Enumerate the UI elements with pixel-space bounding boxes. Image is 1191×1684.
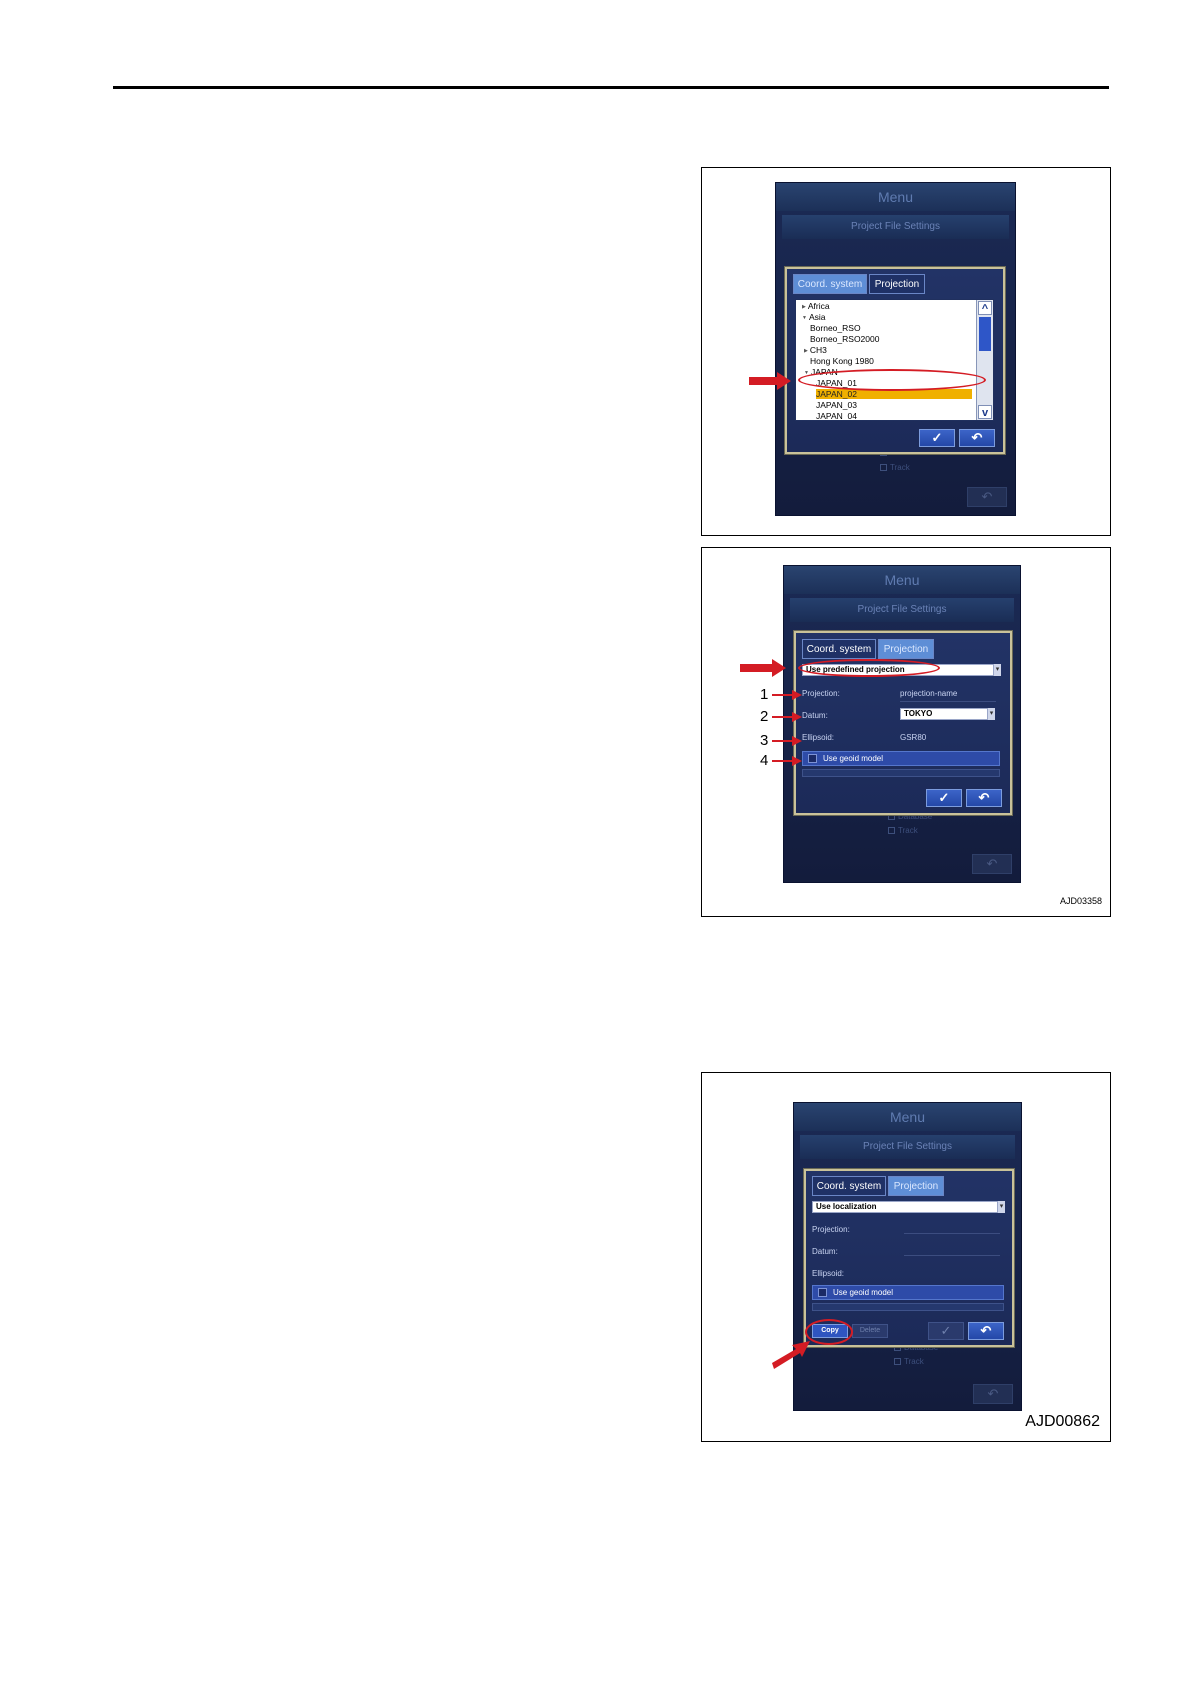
ellipsoid-label: Ellipsoid: bbox=[802, 733, 835, 742]
datum-select[interactable]: TOKYO bbox=[900, 708, 988, 720]
tree-item[interactable]: JAPAN_04 bbox=[816, 411, 857, 420]
pointer-arrow-icon bbox=[772, 1341, 810, 1369]
dialog-button-bar: ✓ ↶ bbox=[926, 789, 1002, 807]
device-screen: Menu Project File Settings Database Trac… bbox=[783, 565, 1021, 883]
geoid-model-checkbox[interactable]: Use geoid model bbox=[812, 1285, 1004, 1300]
chevron-down-icon[interactable]: ▾ bbox=[988, 708, 995, 720]
callout-number-1: 1 bbox=[760, 686, 769, 703]
screen-back-button[interactable]: ↶ bbox=[973, 1384, 1013, 1404]
ellipsoid-label: Ellipsoid: bbox=[812, 1269, 845, 1278]
screen-back-button[interactable]: ↶ bbox=[972, 854, 1012, 874]
selection-highlight-ellipse bbox=[798, 369, 986, 391]
datum-label: Datum: bbox=[802, 711, 828, 720]
back-arrow-icon: ↶ bbox=[978, 790, 990, 805]
copy-highlight-ellipse bbox=[805, 1319, 853, 1345]
checkbox-icon[interactable] bbox=[808, 754, 817, 764]
coord-system-dialog: Coord. system Projection ▶ Africa ▼ Asia B… bbox=[785, 267, 1005, 454]
tree-item[interactable]: ▶ Africa bbox=[802, 301, 830, 311]
projection-dialog: Coord. system Projection Use predefined … bbox=[794, 631, 1012, 815]
divider bbox=[900, 701, 996, 702]
tree-item[interactable]: ▶ CH3 bbox=[804, 345, 827, 355]
tree-item[interactable]: Borneo_RSO2000 bbox=[810, 334, 879, 344]
callout-number-3: 3 bbox=[760, 732, 769, 749]
figure-id: AJD03358 bbox=[1059, 896, 1102, 906]
projection-mode-select[interactable]: Use localization bbox=[812, 1201, 998, 1213]
ok-button[interactable]: ✓ bbox=[928, 1322, 964, 1340]
ghost-option-2: Track bbox=[880, 463, 910, 472]
tab-coord-system[interactable]: Coord. system bbox=[812, 1176, 886, 1196]
tree-item[interactable]: JAPAN_03 bbox=[816, 400, 857, 410]
tab-projection[interactable]: Projection bbox=[878, 639, 934, 659]
back-button[interactable]: ↶ bbox=[959, 429, 995, 447]
back-button[interactable]: ↶ bbox=[968, 1322, 1004, 1340]
scroll-up-button[interactable]: ^ bbox=[978, 301, 992, 315]
coordinate-system-tree[interactable]: ▶ Africa ▼ Asia Borneo_RSO Borneo_RSO2000 … bbox=[795, 299, 994, 421]
tree-item[interactable]: Borneo_RSO bbox=[810, 323, 861, 333]
back-button[interactable]: ↶ bbox=[966, 789, 1002, 807]
manual-page: Menu Project File Settings Database Trac… bbox=[0, 0, 1191, 1684]
check-icon: ✓ bbox=[938, 790, 950, 805]
tree-scrollbar[interactable]: ^ v bbox=[976, 300, 993, 420]
ghost-option-2: Track bbox=[894, 1357, 924, 1366]
figure-2: Menu Project File Settings Database Trac… bbox=[701, 547, 1111, 917]
check-icon: ✓ bbox=[931, 430, 943, 445]
datum-label: Datum: bbox=[812, 1247, 838, 1256]
tab-coord-system[interactable]: Coord. system bbox=[793, 274, 867, 294]
back-arrow-icon: ↶ bbox=[971, 430, 983, 445]
menu-title: Menu bbox=[794, 1103, 1021, 1131]
selection-highlight-ellipse bbox=[798, 659, 940, 677]
collapse-icon[interactable]: ▼ bbox=[802, 315, 807, 321]
tab-projection[interactable]: Projection bbox=[869, 274, 925, 294]
tree-item[interactable]: Hong Kong 1980 bbox=[810, 356, 874, 366]
scroll-thumb[interactable] bbox=[979, 317, 991, 351]
dialog-button-bar: ✓ ↶ bbox=[928, 1322, 1004, 1340]
menu-title: Menu bbox=[784, 566, 1020, 594]
expand-icon[interactable]: ▶ bbox=[804, 348, 808, 354]
back-arrow-icon: ↶ bbox=[980, 1323, 992, 1338]
delete-button[interactable]: Delete bbox=[852, 1324, 888, 1338]
screen-back-button[interactable]: ↶ bbox=[967, 487, 1007, 507]
divider bbox=[904, 1255, 1000, 1256]
dialog-footer-strip bbox=[812, 1303, 1004, 1311]
chevron-down-icon[interactable]: ▾ bbox=[998, 1201, 1005, 1213]
chevron-down-icon[interactable]: ▾ bbox=[994, 664, 1001, 676]
projection-label: Projection: bbox=[812, 1225, 850, 1234]
projection-label: Projection: bbox=[802, 689, 840, 698]
figure-1: Menu Project File Settings Database Trac… bbox=[701, 167, 1111, 536]
callout-arrow-3 bbox=[772, 736, 802, 746]
section-title: Project File Settings bbox=[782, 215, 1009, 239]
pointer-arrow-icon bbox=[740, 659, 786, 677]
check-icon: ✓ bbox=[940, 1323, 952, 1338]
figure-id: AJD00862 bbox=[1025, 1413, 1100, 1430]
tab-projection[interactable]: Projection bbox=[888, 1176, 944, 1196]
figure-3: Menu Project File Settings Database Trac… bbox=[701, 1072, 1111, 1442]
expand-icon[interactable]: ▶ bbox=[802, 304, 806, 310]
section-title: Project File Settings bbox=[790, 598, 1014, 622]
callout-number-4: 4 bbox=[760, 752, 769, 769]
ghost-option-2: Track bbox=[888, 826, 918, 835]
device-screen: Menu Project File Settings Database Trac… bbox=[775, 182, 1016, 516]
ellipsoid-value: GSR80 bbox=[900, 733, 927, 742]
callout-arrow-4 bbox=[772, 756, 802, 766]
section-title: Project File Settings bbox=[800, 1135, 1015, 1159]
header-rule bbox=[113, 86, 1109, 89]
callout-arrow-2 bbox=[772, 712, 802, 722]
pointer-arrow-icon bbox=[749, 372, 791, 390]
dialog-button-bar: ✓ ↶ bbox=[919, 429, 995, 447]
ok-button[interactable]: ✓ bbox=[926, 789, 962, 807]
menu-title: Menu bbox=[776, 183, 1015, 211]
scroll-down-button[interactable]: v bbox=[978, 405, 992, 419]
projection-value: projection-name bbox=[900, 689, 958, 698]
callout-arrow-1 bbox=[772, 690, 802, 700]
tree-item[interactable]: ▼ Asia bbox=[802, 312, 826, 322]
device-screen: Menu Project File Settings Database Trac… bbox=[793, 1102, 1022, 1411]
geoid-model-checkbox[interactable]: Use geoid model bbox=[802, 751, 1000, 766]
divider bbox=[904, 1233, 1000, 1234]
dialog-footer-strip bbox=[802, 769, 1000, 777]
tab-coord-system[interactable]: Coord. system bbox=[802, 639, 876, 659]
checkbox-icon[interactable] bbox=[818, 1288, 827, 1298]
callout-number-2: 2 bbox=[760, 708, 769, 725]
ok-button[interactable]: ✓ bbox=[919, 429, 955, 447]
